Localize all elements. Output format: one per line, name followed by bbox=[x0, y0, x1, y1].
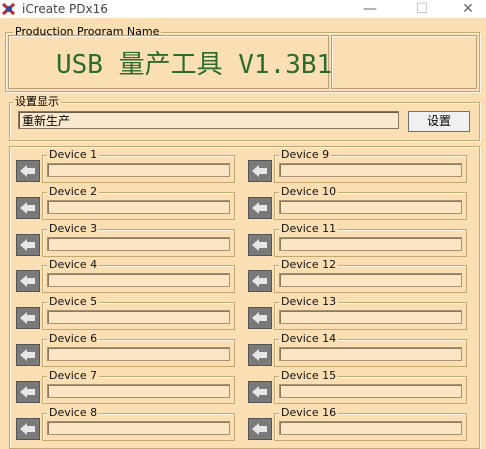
device-panel: Device 2 bbox=[8, 184, 235, 223]
arrow-left-icon[interactable] bbox=[248, 417, 272, 440]
settings-display-field[interactable]: 重新生产 bbox=[18, 111, 399, 129]
maximize-icon: ☐ bbox=[415, 1, 429, 17]
settings-button[interactable]: 设置 bbox=[408, 111, 470, 132]
device-progress-bar bbox=[279, 383, 462, 398]
arrow-left-icon[interactable] bbox=[248, 160, 272, 182]
device-progress-bar bbox=[279, 310, 462, 325]
arrow-left-icon[interactable] bbox=[248, 307, 272, 330]
device-progress-bar bbox=[47, 310, 230, 325]
program-title: USB 量产工具 V1.3B1 bbox=[56, 50, 333, 80]
arrow-left-icon[interactable] bbox=[16, 160, 40, 182]
device-label: Device 4 bbox=[47, 258, 100, 272]
device-label: Device 8 bbox=[47, 405, 100, 419]
device-progress-bar bbox=[47, 163, 230, 177]
title-bar[interactable]: iCreate PDx16 — ☐ ✕ bbox=[0, 0, 486, 18]
arrow-left-icon[interactable] bbox=[16, 417, 40, 440]
device-progress-bar bbox=[47, 199, 230, 214]
device-panel: Device 3 bbox=[8, 221, 235, 260]
arrow-left-icon[interactable] bbox=[248, 196, 272, 219]
arrow-left-icon[interactable] bbox=[16, 270, 40, 293]
device-label: Device 2 bbox=[47, 184, 100, 198]
arrow-left-icon[interactable] bbox=[16, 344, 40, 366]
device-panel: Device 14 bbox=[240, 332, 467, 370]
device-panel: Device 11 bbox=[240, 221, 467, 260]
device-progress-bar bbox=[279, 199, 462, 214]
device-progress-bar bbox=[279, 163, 462, 177]
device-progress-bar bbox=[47, 420, 230, 435]
device-label: Device 16 bbox=[279, 405, 339, 419]
device-label: Device 6 bbox=[47, 332, 100, 345]
device-progress-bar bbox=[279, 347, 462, 361]
arrow-left-icon[interactable] bbox=[16, 196, 40, 219]
device-progress-bar bbox=[279, 273, 462, 288]
device-progress-bar bbox=[47, 383, 230, 398]
device-progress-bar bbox=[47, 236, 230, 251]
device-label: Device 9 bbox=[279, 148, 332, 161]
device-progress-bar bbox=[47, 273, 230, 288]
arrow-left-icon[interactable] bbox=[248, 233, 272, 256]
close-button[interactable]: ✕ bbox=[445, 0, 486, 18]
device-label: Device 12 bbox=[279, 258, 339, 272]
device-progress-bar bbox=[279, 236, 462, 251]
program-side-box bbox=[331, 35, 477, 89]
device-progress-bar bbox=[47, 347, 230, 361]
settings-group-legend: 设置显示 bbox=[13, 95, 61, 108]
device-progress-bar bbox=[279, 420, 462, 435]
device-label: Device 14 bbox=[279, 332, 339, 345]
arrow-left-icon[interactable] bbox=[248, 270, 272, 293]
device-panel: Device 10 bbox=[240, 184, 467, 223]
device-panel: Device 7 bbox=[8, 368, 235, 407]
arrow-left-icon[interactable] bbox=[16, 380, 40, 403]
device-panel: Device 5 bbox=[8, 295, 235, 333]
arrow-left-icon[interactable] bbox=[248, 380, 272, 403]
device-label: Device 10 bbox=[279, 184, 339, 198]
device-label: Device 13 bbox=[279, 295, 339, 309]
device-panel: Device 8 bbox=[8, 405, 235, 444]
arrow-left-icon[interactable] bbox=[16, 307, 40, 330]
minimize-icon: — bbox=[363, 1, 377, 17]
device-panel: Device 9 bbox=[240, 148, 467, 186]
minimize-button[interactable]: — bbox=[347, 0, 393, 18]
device-label: Device 5 bbox=[47, 295, 100, 309]
device-label: Device 15 bbox=[279, 368, 339, 382]
close-icon: ✕ bbox=[462, 1, 474, 17]
device-panel: Device 12 bbox=[240, 258, 467, 296]
device-label: Device 1 bbox=[47, 148, 100, 161]
app-logo-icon bbox=[2, 2, 16, 16]
device-label: Device 11 bbox=[279, 221, 339, 235]
device-label: Device 3 bbox=[47, 221, 100, 235]
maximize-button[interactable]: ☐ bbox=[399, 0, 445, 18]
device-label: Device 7 bbox=[47, 368, 100, 382]
arrow-left-icon[interactable] bbox=[248, 344, 272, 366]
device-panel: Device 13 bbox=[240, 295, 467, 333]
device-panel: Device 1 bbox=[8, 148, 235, 186]
window-title: iCreate PDx16 bbox=[22, 2, 108, 16]
arrow-left-icon[interactable] bbox=[16, 233, 40, 256]
device-panel: Device 15 bbox=[240, 368, 467, 407]
device-panel: Device 4 bbox=[8, 258, 235, 296]
device-panel: Device 16 bbox=[240, 405, 467, 444]
device-panel: Device 6 bbox=[8, 332, 235, 370]
